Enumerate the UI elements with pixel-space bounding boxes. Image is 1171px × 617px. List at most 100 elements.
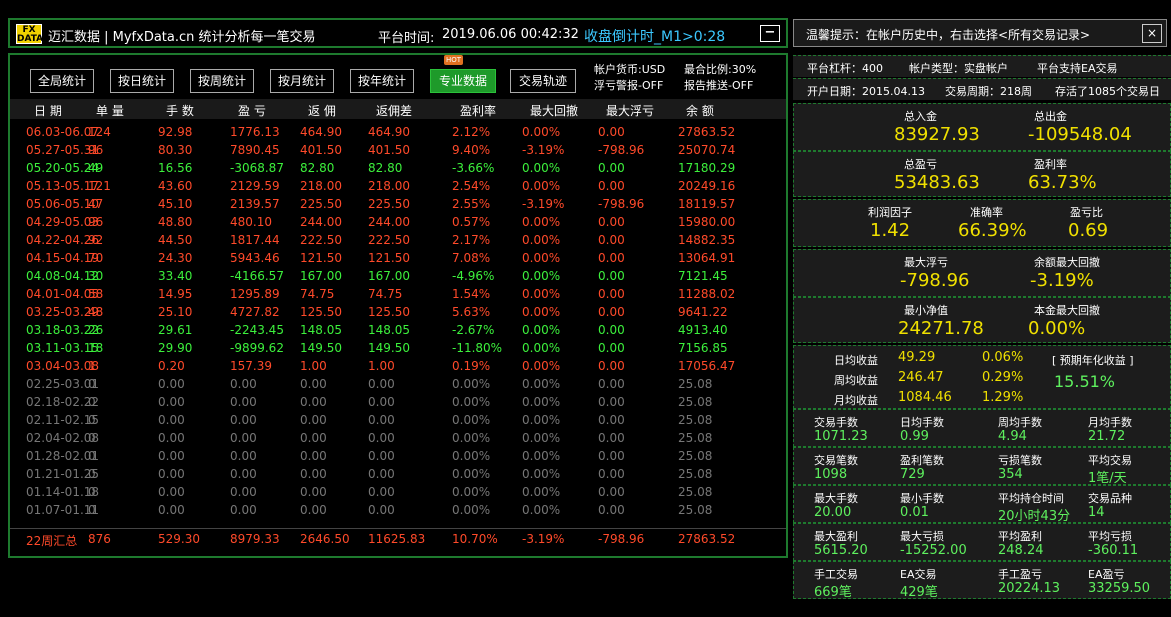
weekly-return-label: 周均收益	[834, 374, 878, 387]
table-cell: 16.56	[158, 161, 193, 175]
table-cell: 2.54%	[452, 179, 491, 193]
table-cell: 1.00	[368, 359, 395, 373]
stat-label: 交易品种	[1088, 492, 1132, 505]
column-header[interactable]: 余 额	[686, 102, 714, 119]
stat-label: 平均持仓时间	[998, 492, 1064, 505]
table-row[interactable]: 05.13-05.17 121 43.60 2129.59 218.00 218.00 2.…	[10, 177, 786, 195]
weekly-return-pct: 0.29%	[982, 370, 1024, 385]
table-row[interactable]: 03.04-03.08 1 0.20 157.39 1.00 1.00 0.19% 0.00%…	[10, 357, 786, 375]
table-cell: -4166.57	[230, 269, 284, 283]
table-row[interactable]: 02.25-03.01 0 0.00 0.00 0.00 0.00 0.00% 0.00% 0.…	[10, 375, 786, 393]
column-header[interactable]: 最大回撤	[530, 102, 578, 119]
table-row[interactable]: 04.08-04.12 30 33.40 -4166.57 167.00 167.00 -4…	[10, 267, 786, 285]
minimize-button[interactable]: −	[760, 25, 780, 42]
annual-return-label: [ 预期年化收益 ]	[1052, 354, 1134, 367]
account-currency: 帐户货币:USD	[594, 63, 666, 76]
close-button[interactable]: ×	[1142, 24, 1162, 43]
return-box: 日均收益 49.29 0.06% 周均收益 246.47 0.29% 月均收益 …	[793, 345, 1171, 409]
table-cell: 0.00	[598, 503, 625, 517]
table-row[interactable]: 01.28-02.01 0 0.00 0.00 0.00 0.00 0.00% 0.00% 0.…	[10, 447, 786, 465]
column-header[interactable]: 返 佣	[308, 102, 336, 119]
deposit-value: 83927.93	[894, 124, 980, 145]
table-row[interactable]: 06.03-06.07 124 92.98 1776.13 464.90 464.90 2.…	[10, 123, 786, 141]
table-cell: 25.08	[678, 395, 713, 409]
column-header[interactable]: 返佣差	[376, 102, 412, 119]
table-cell: 0.00	[158, 503, 185, 517]
stat-value: 20小时43分	[998, 509, 1071, 524]
table-row[interactable]: 03.11-03.15 18 29.90 -9899.62 149.50 149.50 -1…	[10, 339, 786, 357]
table-row[interactable]: 01.14-01.18 0 0.00 0.00 0.00 0.00 0.00% 0.00% 0.…	[10, 483, 786, 501]
tab-weekly-stats[interactable]: 按周统计	[190, 69, 254, 93]
table-row[interactable]: 05.27-05.31 96 80.30 7890.45 401.50 401.50 9.4…	[10, 141, 786, 159]
float-loss-alert[interactable]: 浮亏警报-OFF	[594, 77, 663, 93]
table-cell: 0.20	[158, 359, 185, 373]
table-cell: 15980.00	[678, 215, 736, 229]
table-cell: -798.96	[598, 197, 645, 211]
report-push[interactable]: 报告推送-OFF	[684, 77, 753, 93]
tab-monthly-stats[interactable]: 按月统计	[270, 69, 334, 93]
stats-panel: 全局统计 按日统计 按周统计 按月统计 按年统计 专业数据 HOT 交易轨迹 帐…	[8, 53, 788, 558]
table-row[interactable]: 03.18-03.22 26 29.61 -2243.45 148.05 148.05 -2…	[10, 321, 786, 339]
table-cell: 0	[88, 503, 96, 517]
table-row[interactable]: 01.21-01.25 0 0.00 0.00 0.00 0.00 0.00% 0.00% 0.…	[10, 465, 786, 483]
column-header[interactable]: 单 量	[96, 102, 124, 119]
tab-pro-data[interactable]: 专业数据	[430, 69, 496, 93]
table-row[interactable]: 03.25-03.29 48 25.10 4727.82 125.50 125.50 5.6…	[10, 303, 786, 321]
tab-global-stats[interactable]: 全局统计	[30, 69, 94, 93]
column-header[interactable]: 手 数	[166, 102, 194, 119]
table-row[interactable]: 04.15-04.19 70 24.30 5943.46 121.50 121.50 7.0…	[10, 249, 786, 267]
notice-text: 温馨提示：在帐户历史中，右击选择<所有交易记录>	[806, 28, 1091, 42]
table-cell: 25.08	[678, 485, 713, 499]
table-cell: 14882.35	[678, 233, 736, 247]
stat-value: 21.72	[1088, 429, 1126, 444]
table-cell: 48.80	[158, 215, 193, 229]
column-header[interactable]: 最大浮亏	[606, 102, 654, 119]
table-cell: 20249.16	[678, 179, 736, 193]
leverage: 平台杠杆：400	[807, 62, 883, 75]
ea-support: 平台支持EA交易	[1037, 62, 1118, 75]
table-cell: 0.00	[158, 449, 185, 463]
table-cell: 33.40	[158, 269, 193, 283]
table-cell: 0.19%	[452, 359, 491, 373]
column-header[interactable]: 盈 亏	[238, 102, 266, 119]
tab-trade-track[interactable]: 交易轨迹	[510, 69, 576, 93]
table-cell: 1295.89	[230, 287, 280, 301]
table-row[interactable]: 05.20-05.24 49 16.56 -3068.87 82.80 82.80 -3.6…	[10, 159, 786, 177]
stat-label: 月均手数	[1088, 416, 1132, 429]
stat-value: 4.94	[998, 429, 1027, 444]
table-cell: 17180.29	[678, 161, 736, 175]
table-cell: 0.00%	[522, 341, 561, 355]
hot-badge: HOT	[444, 55, 464, 65]
table-cell: 0.00	[158, 431, 185, 445]
tab-daily-stats[interactable]: 按日统计	[110, 69, 174, 93]
table-cell: -3.19%	[522, 197, 565, 211]
table-cell: 9.40%	[452, 143, 491, 157]
platform-time: 2019.06.06 00:42:32	[442, 27, 579, 42]
table-cell: -9899.62	[230, 341, 284, 355]
table-row[interactable]: 05.06-05.10 47 45.10 2139.57 225.50 225.50 2.5…	[10, 195, 786, 213]
table-cell: 0.00%	[522, 485, 561, 499]
column-header[interactable]: 盈利率	[460, 102, 496, 119]
table-cell: 0.57%	[452, 215, 491, 229]
table-cell: 0.00	[230, 431, 257, 445]
column-header[interactable]: 日 期	[34, 102, 62, 119]
summary-cell: 8979.33	[230, 532, 280, 546]
table-cell: 0.00	[158, 377, 185, 391]
table-cell: 0.00	[300, 485, 327, 499]
table-cell: 0.00	[300, 413, 327, 427]
table-row[interactable]: 02.11-02.15 0 0.00 0.00 0.00 0.00 0.00% 0.00% 0.…	[10, 411, 786, 429]
table-row[interactable]: 02.18-02.22 0 0.00 0.00 0.00 0.00 0.00% 0.00% 0.…	[10, 393, 786, 411]
table-cell: 0.00	[598, 287, 625, 301]
table-cell: 0.00%	[522, 359, 561, 373]
table-cell: 47	[88, 197, 104, 211]
tab-yearly-stats[interactable]: 按年统计	[350, 69, 414, 93]
account-info-row: 平台杠杆：400 帐户类型：实盘帐户 平台支持EA交易	[793, 55, 1171, 77]
table-row[interactable]: 04.22-04.26 92 44.50 1817.44 222.50 222.50 2.1…	[10, 231, 786, 249]
table-row[interactable]: 04.01-04.05 58 14.95 1295.89 74.75 74.75 1.54%…	[10, 285, 786, 303]
table-cell: 0.00%	[522, 305, 561, 319]
table-row[interactable]: 01.07-01.11 0 0.00 0.00 0.00 0.00 0.00% 0.00% 0.…	[10, 501, 786, 519]
table-row[interactable]: 04.29-05.03 96 48.80 480.10 244.00 244.00 0.57…	[10, 213, 786, 231]
table-cell: -3.66%	[452, 161, 495, 175]
table-cell: 0.00	[598, 125, 625, 139]
table-row[interactable]: 02.04-02.08 0 0.00 0.00 0.00 0.00 0.00% 0.00% 0.…	[10, 429, 786, 447]
